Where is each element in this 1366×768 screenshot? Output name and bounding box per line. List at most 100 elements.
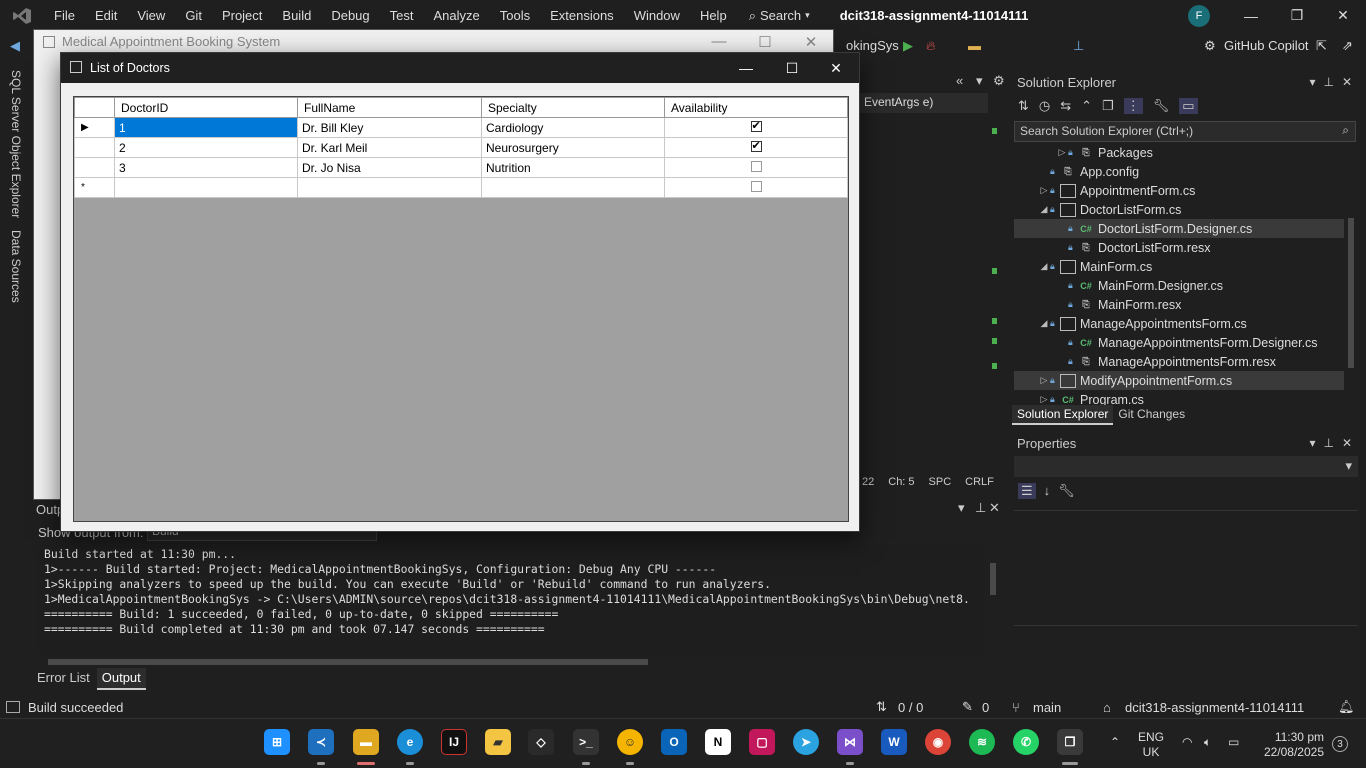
- outlook-app-icon[interactable]: O: [661, 729, 687, 755]
- menu-project[interactable]: Project: [212, 8, 272, 23]
- tab-sql-server-object-explorer[interactable]: SQL Server Object Explorer: [9, 70, 23, 218]
- availability-checkbox[interactable]: [750, 160, 762, 172]
- tree-item[interactable]: ▷ 🔒︎ ⎘ Packages: [1014, 143, 1344, 162]
- menu-edit[interactable]: Edit: [85, 8, 127, 23]
- pending-changes[interactable]: 0 / 0: [898, 700, 923, 715]
- gear-icon[interactable]: ⚙: [993, 73, 1005, 89]
- menu-extensions[interactable]: Extensions: [540, 8, 624, 23]
- cell-doctorid[interactable]: 3: [114, 157, 298, 178]
- jetbrains-app-icon[interactable]: IJ: [441, 729, 467, 755]
- column-header-specialty[interactable]: Specialty: [481, 97, 665, 118]
- cell-doctorid[interactable]: 2: [114, 137, 298, 158]
- member-dropdown[interactable]: EventArgs e): [858, 93, 988, 113]
- line-ending[interactable]: CRLF: [965, 476, 994, 488]
- cell-specialty[interactable]: Cardiology: [481, 117, 665, 138]
- cell-availability[interactable]: [664, 177, 848, 198]
- row-header[interactable]: [74, 157, 115, 178]
- chevron-down-icon[interactable]: ▾: [1309, 436, 1315, 450]
- copilot-button[interactable]: GitHub Copilot: [1224, 38, 1309, 53]
- tree-item[interactable]: ▷ 🔒︎ C# Program.cs: [1014, 390, 1344, 406]
- share-icon[interactable]: ⇱: [1316, 38, 1327, 54]
- tree-item[interactable]: 🔒︎ ⎘ DoctorListForm.resx: [1014, 238, 1344, 257]
- character-app-icon[interactable]: ☺: [617, 729, 643, 755]
- cell-specialty[interactable]: Nutrition: [481, 157, 665, 178]
- search-button[interactable]: ⌕ Search ▾: [737, 8, 822, 24]
- tree-item[interactable]: ▷ 🔒︎ AppointmentForm.cs: [1014, 181, 1344, 200]
- language-indicator[interactable]: ENG UK: [1138, 730, 1164, 760]
- availability-checkbox[interactable]: [750, 119, 762, 132]
- menu-window[interactable]: Window: [624, 8, 690, 23]
- sync-icon[interactable]: ⇅: [1018, 98, 1029, 114]
- tree-item[interactable]: ◢ 🔒︎ MainForm.cs: [1014, 257, 1344, 276]
- new-row[interactable]: *: [74, 177, 848, 198]
- maximize-button[interactable]: ☐: [750, 33, 780, 51]
- minimize-button[interactable]: —: [704, 33, 734, 50]
- cell-fullname[interactable]: Dr. Bill Kley: [297, 117, 482, 138]
- minimize-button[interactable]: —: [1228, 0, 1274, 31]
- startup-project-dropdown[interactable]: okingSys: [846, 38, 899, 53]
- output-hscroll[interactable]: [38, 656, 984, 668]
- tree-item[interactable]: ◢ 🔒︎ ManageAppointmentsForm.cs: [1014, 314, 1344, 333]
- current-row-indicator-icon[interactable]: ▶: [74, 117, 115, 138]
- tab-git-changes[interactable]: Git Changes: [1113, 405, 1190, 425]
- cell-fullname[interactable]: [297, 177, 482, 198]
- visual-studio-app-icon[interactable]: ⋈: [837, 729, 863, 755]
- whitespace-mode[interactable]: SPC: [929, 476, 952, 488]
- pin-icon[interactable]: ⊥: [1323, 436, 1333, 450]
- column-header-availability[interactable]: Availability: [664, 97, 848, 118]
- restore-button[interactable]: ❐: [1274, 0, 1320, 31]
- bell-icon[interactable]: 🔔︎: [1338, 699, 1355, 715]
- availability-checkbox[interactable]: [750, 180, 762, 192]
- menu-file[interactable]: File: [44, 8, 85, 23]
- breakpoint-icon[interactable]: ⊥: [1073, 38, 1084, 54]
- edge-app-icon[interactable]: e: [397, 729, 423, 755]
- notification-badge[interactable]: 3: [1332, 736, 1348, 752]
- categorized-icon[interactable]: ☰: [1018, 483, 1036, 499]
- alphabetical-icon[interactable]: ↓: [1044, 483, 1051, 499]
- tree-item[interactable]: 🔒︎ ⎘ ManageAppointmentsForm.resx: [1014, 352, 1344, 371]
- active-window-app-icon[interactable]: ❐: [1057, 729, 1083, 755]
- pin-icon[interactable]: ⊥: [975, 500, 986, 516]
- collapse-icon[interactable]: ◢: [1038, 318, 1050, 329]
- swap-icon[interactable]: ⇆: [1060, 98, 1071, 114]
- account-avatar[interactable]: F: [1188, 5, 1210, 27]
- maximize-button[interactable]: ☐: [769, 53, 815, 83]
- editor-vscroll[interactable]: [988, 118, 1000, 468]
- cell-doctorid[interactable]: [114, 177, 298, 198]
- vscode-app-icon[interactable]: ≺: [308, 729, 334, 755]
- start-button[interactable]: ⊞: [264, 729, 290, 755]
- chevron-down-icon[interactable]: ▾: [958, 500, 965, 516]
- folder-icon[interactable]: ▬: [968, 38, 981, 53]
- chevron-down-icon[interactable]: ▾: [976, 73, 983, 89]
- virtualbox-app-icon[interactable]: ◇: [528, 729, 554, 755]
- menu-view[interactable]: View: [127, 8, 175, 23]
- cell-availability[interactable]: [664, 157, 848, 178]
- tree-vscroll[interactable]: [1346, 143, 1356, 405]
- expand-icon[interactable]: ▷: [1038, 394, 1050, 405]
- repo-name[interactable]: dcit318-assignment4-11014111: [1125, 700, 1304, 715]
- output-vscroll[interactable]: [987, 545, 999, 655]
- tree-item[interactable]: 🔒︎ C# ManageAppointmentsForm.Designer.cs: [1014, 333, 1344, 352]
- tree-item[interactable]: 🔒︎ ⎘ MainForm.resx: [1014, 295, 1344, 314]
- expand-icon[interactable]: ▷: [1038, 375, 1050, 386]
- collapse-icon[interactable]: ⌃: [1081, 98, 1092, 114]
- tab-overflow-icon[interactable]: «: [956, 73, 963, 88]
- spotify-app-icon[interactable]: ≋: [969, 729, 995, 755]
- volume-icon[interactable]: 🔈︎: [1204, 735, 1211, 750]
- terminal-app-icon[interactable]: >_: [573, 729, 599, 755]
- table-row[interactable]: 2 Dr. Karl Meil Neurosurgery: [74, 137, 848, 158]
- wrench-icon[interactable]: 🔧︎: [1153, 98, 1170, 114]
- cell-fullname[interactable]: Dr. Jo Nisa: [297, 157, 482, 178]
- pencil-count[interactable]: 0: [982, 700, 989, 715]
- menu-test[interactable]: Test: [380, 8, 424, 23]
- menu-analyze[interactable]: Analyze: [423, 8, 489, 23]
- tab-error-list[interactable]: Error List: [32, 668, 95, 690]
- sticky-notes-app-icon[interactable]: ▰: [485, 729, 511, 755]
- availability-checkbox[interactable]: [750, 139, 762, 152]
- row-header[interactable]: [74, 137, 115, 158]
- close-icon[interactable]: ✕: [989, 500, 1000, 516]
- filter-icon[interactable]: ⋮: [1123, 98, 1143, 114]
- close-button[interactable]: ✕: [796, 33, 826, 51]
- feedback-icon[interactable]: ⇗: [1342, 38, 1353, 54]
- close-button[interactable]: ✕: [1320, 0, 1366, 31]
